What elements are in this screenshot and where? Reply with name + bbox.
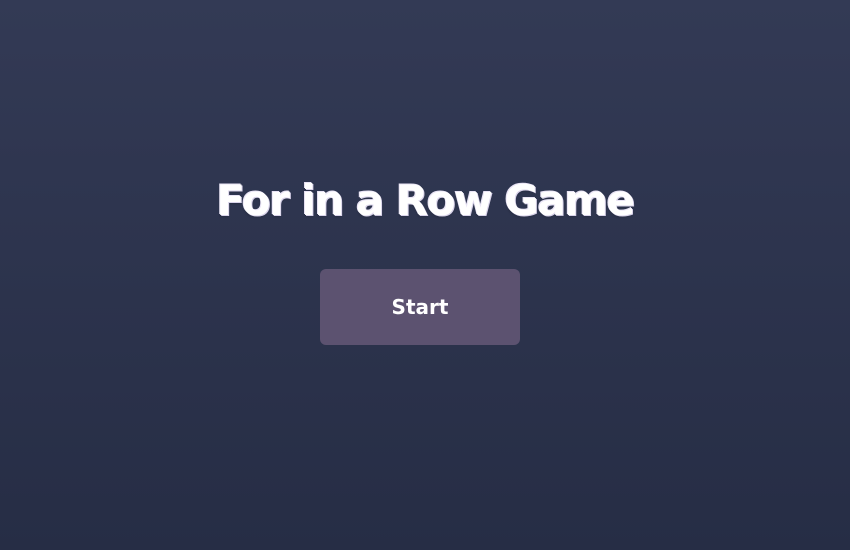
start-button[interactable]: Start <box>320 269 520 345</box>
game-title: For in a Row Game <box>216 176 635 225</box>
start-screen: For in a Row Game Start <box>0 0 850 550</box>
